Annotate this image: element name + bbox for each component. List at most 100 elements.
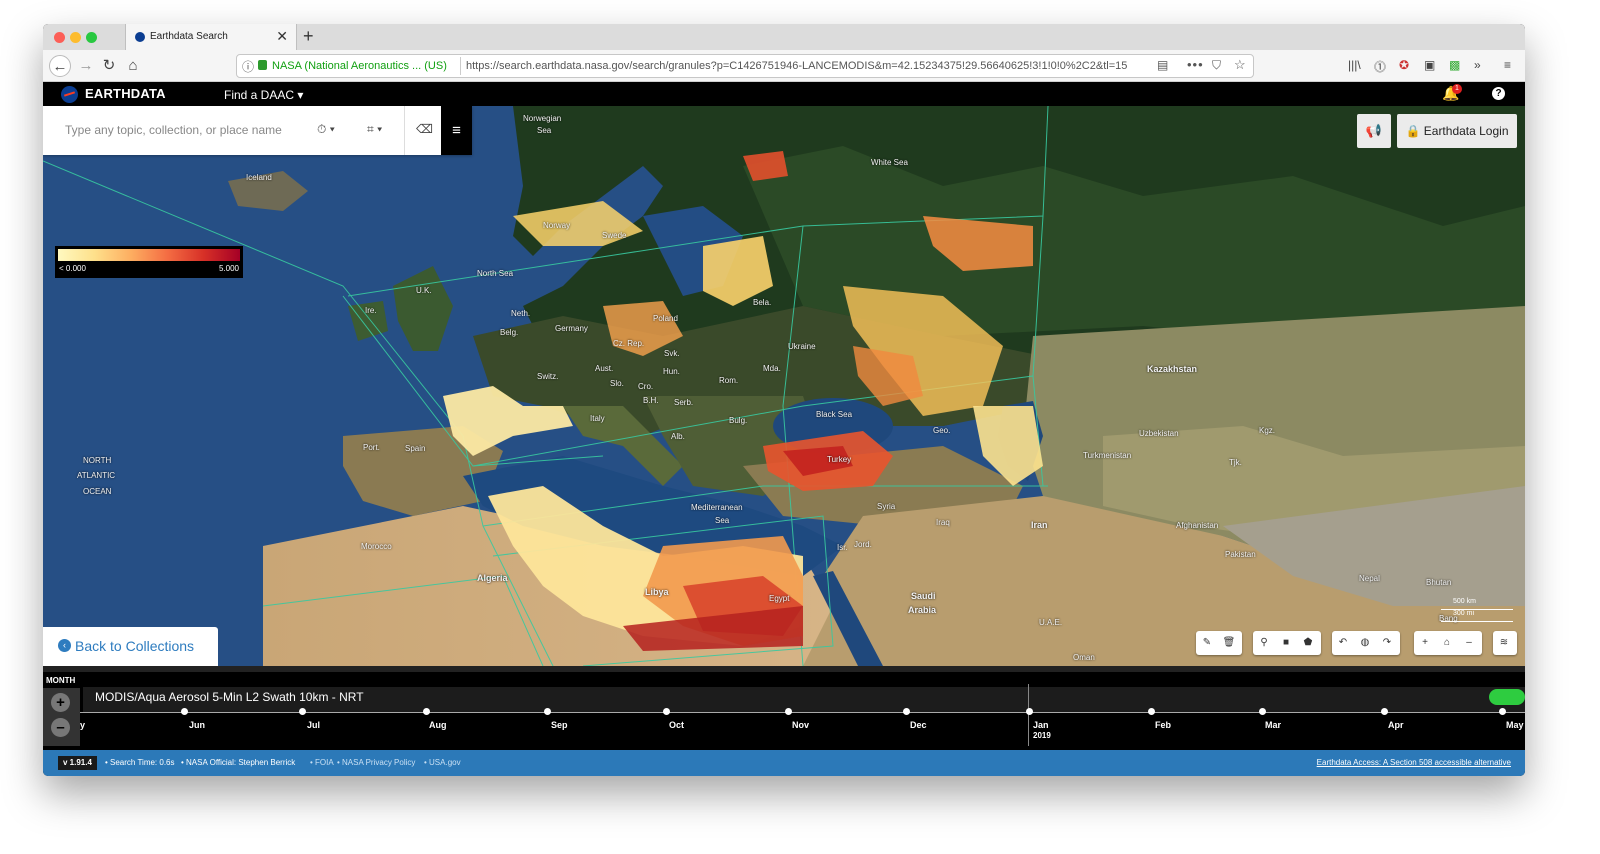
minimize-window-button[interactable] — [70, 32, 81, 43]
timeline-zoom-in-button[interactable]: + — [51, 693, 70, 712]
tick-dot[interactable] — [299, 708, 306, 715]
tick-dot[interactable] — [181, 708, 188, 715]
earthdata-brand[interactable]: EARTHDATA — [85, 86, 166, 101]
maximize-window-button[interactable] — [86, 32, 97, 43]
nasa-logo-icon[interactable] — [61, 86, 78, 103]
find-daac-dropdown[interactable]: Find a DAAC ▾ — [224, 88, 303, 102]
tick-dot[interactable] — [903, 708, 910, 715]
site-identity[interactable]: NASA (National Aeronautics ... (US) — [272, 60, 447, 72]
bookmark-star-icon[interactable]: ☆ — [1234, 57, 1246, 73]
timeline-month[interactable]: y — [80, 720, 85, 730]
timeline-month[interactable]: Aug — [429, 720, 447, 730]
home-button[interactable]: ⌂ — [122, 55, 144, 77]
layers-icon[interactable]: ≋ — [1493, 631, 1515, 655]
label-switz: Switz. — [537, 372, 559, 381]
timeline-month[interactable]: Sep — [551, 720, 568, 730]
section-508-link[interactable]: Earthdata Access: A Section 508 accessib… — [1317, 758, 1511, 767]
new-tab-button[interactable]: + — [303, 26, 314, 47]
timeline-month[interactable]: Jul — [307, 720, 320, 730]
label-isr: Isr. — [837, 543, 848, 552]
spatial-filter-icon[interactable]: ⌗ ▾ — [367, 122, 382, 137]
label-bhutan: Bhutan — [1426, 578, 1452, 587]
polygon-icon[interactable]: ⬟ — [1297, 631, 1319, 655]
usa-gov-link[interactable]: • USA.gov — [424, 758, 461, 767]
map-scale: 500 km 300 mi — [1441, 598, 1513, 624]
delete-icon[interactable]: 🗑 — [1218, 631, 1240, 655]
extension-1-icon[interactable]: ⓵ — [1374, 58, 1386, 75]
tick-dot[interactable] — [663, 708, 670, 715]
timeline-month[interactable]: May — [1506, 720, 1524, 730]
temporal-filter-icon[interactable]: ⏱ ▾ — [317, 122, 335, 137]
site-info-icon[interactable]: ⓘ — [242, 58, 254, 75]
edit-icon[interactable]: ✎ — [1196, 631, 1218, 655]
timeline-month[interactable]: Apr — [1388, 720, 1404, 730]
home-extent-icon[interactable]: ⌂ — [1436, 631, 1458, 655]
tick-dot[interactable] — [1148, 708, 1155, 715]
layers-tools: ≋ — [1493, 631, 1517, 655]
tick-dot[interactable] — [1499, 708, 1506, 715]
tick-dot[interactable] — [785, 708, 792, 715]
label-norwegian-sea: Norwegian — [523, 114, 562, 123]
label-bela: Bela. — [753, 298, 772, 307]
back-to-collections-button[interactable]: ‹ Back to Collections — [43, 627, 218, 666]
timeline-handle[interactable] — [43, 666, 1525, 672]
hamburger-menu-icon[interactable]: ≡ — [1504, 58, 1511, 72]
label-uk: U.K. — [416, 286, 432, 295]
foia-link[interactable]: • FOIA — [310, 758, 334, 767]
rectangle-icon[interactable]: ■ — [1275, 631, 1297, 655]
nasa-official: • NASA Official: Stephen Berrick — [181, 758, 296, 767]
timeline-month[interactable]: Nov — [792, 720, 809, 730]
timeline-month[interactable]: Mar — [1265, 720, 1281, 730]
pocket-icon[interactable]: ⛉ — [1212, 58, 1221, 73]
page-actions-icon[interactable]: ••• — [1187, 57, 1204, 72]
marker-icon[interactable]: ⚲ — [1253, 631, 1275, 655]
timeline-month[interactable]: Jun — [189, 720, 205, 730]
forward-button[interactable]: → — [75, 55, 97, 77]
url-text[interactable]: https://search.earthdata.nasa.gov/search… — [466, 60, 1136, 72]
search-input[interactable] — [65, 123, 305, 137]
globe-icon[interactable]: ◍ — [1354, 631, 1376, 655]
sidebar-icon[interactable]: ▣ — [1424, 58, 1435, 72]
earthdata-login-button[interactable]: 🔒 Earthdata Login — [1397, 114, 1517, 148]
timeline-toggle[interactable] — [1489, 689, 1525, 705]
timeline-zoom-out-button[interactable]: – — [51, 718, 70, 737]
tick-dot[interactable] — [1259, 708, 1266, 715]
reload-button[interactable]: ↻ — [98, 55, 120, 77]
privacy-policy-link[interactable]: • NASA Privacy Policy — [337, 758, 415, 767]
timeline-month[interactable]: Jan — [1033, 720, 1049, 730]
timeline-month[interactable]: Feb — [1155, 720, 1171, 730]
label-poland: Poland — [653, 314, 678, 323]
label-saudi-2: Arabia — [908, 605, 937, 615]
back-button[interactable]: ← — [49, 55, 71, 77]
rotate-right-icon[interactable]: ↷ — [1376, 631, 1398, 655]
extension-2-icon[interactable]: ✪ — [1399, 58, 1409, 72]
library-icon[interactable]: |||\ — [1348, 58, 1361, 72]
tick-dot[interactable] — [1381, 708, 1388, 715]
overflow-menu-icon[interactable]: » — [1474, 58, 1481, 72]
label-slo: Slo. — [610, 379, 624, 388]
zoom-in-icon[interactable]: + — [1414, 631, 1436, 655]
tick-dot[interactable] — [1026, 708, 1033, 715]
search-menu-icon[interactable]: ≡ — [441, 106, 472, 155]
timeline-current-marker — [1028, 684, 1029, 746]
close-window-button[interactable] — [54, 32, 65, 43]
label-white-sea: White Sea — [871, 158, 908, 167]
timeline-month[interactable]: Dec — [910, 720, 927, 730]
map-view[interactable]: Norwegian Sea White Sea Iceland Norway S… — [43, 106, 1525, 666]
clear-filters-icon[interactable]: ⌫ — [416, 122, 433, 136]
tick-dot[interactable] — [544, 708, 551, 715]
label-hun: Hun. — [663, 367, 680, 376]
search-divider — [404, 106, 405, 155]
zoom-out-icon[interactable]: – — [1458, 631, 1480, 655]
rotate-left-icon[interactable]: ↶ — [1332, 631, 1354, 655]
timeline-month[interactable]: Oct — [669, 720, 684, 730]
tab-close-icon[interactable]: ✕ — [276, 28, 288, 45]
announcement-icon[interactable]: 📢 — [1357, 114, 1391, 148]
tick-dot[interactable] — [423, 708, 430, 715]
address-bar[interactable]: ⓘ NASA (National Aeronautics ... (US) ht… — [236, 54, 1254, 78]
reader-view-icon[interactable]: ▤ — [1157, 58, 1168, 72]
help-icon[interactable]: ? — [1492, 87, 1505, 100]
extension-3-icon[interactable]: ▩ — [1449, 58, 1460, 72]
tab-earthdata-search[interactable]: Earthdata Search ✕ — [125, 24, 297, 50]
label-italy: Italy — [590, 414, 605, 423]
